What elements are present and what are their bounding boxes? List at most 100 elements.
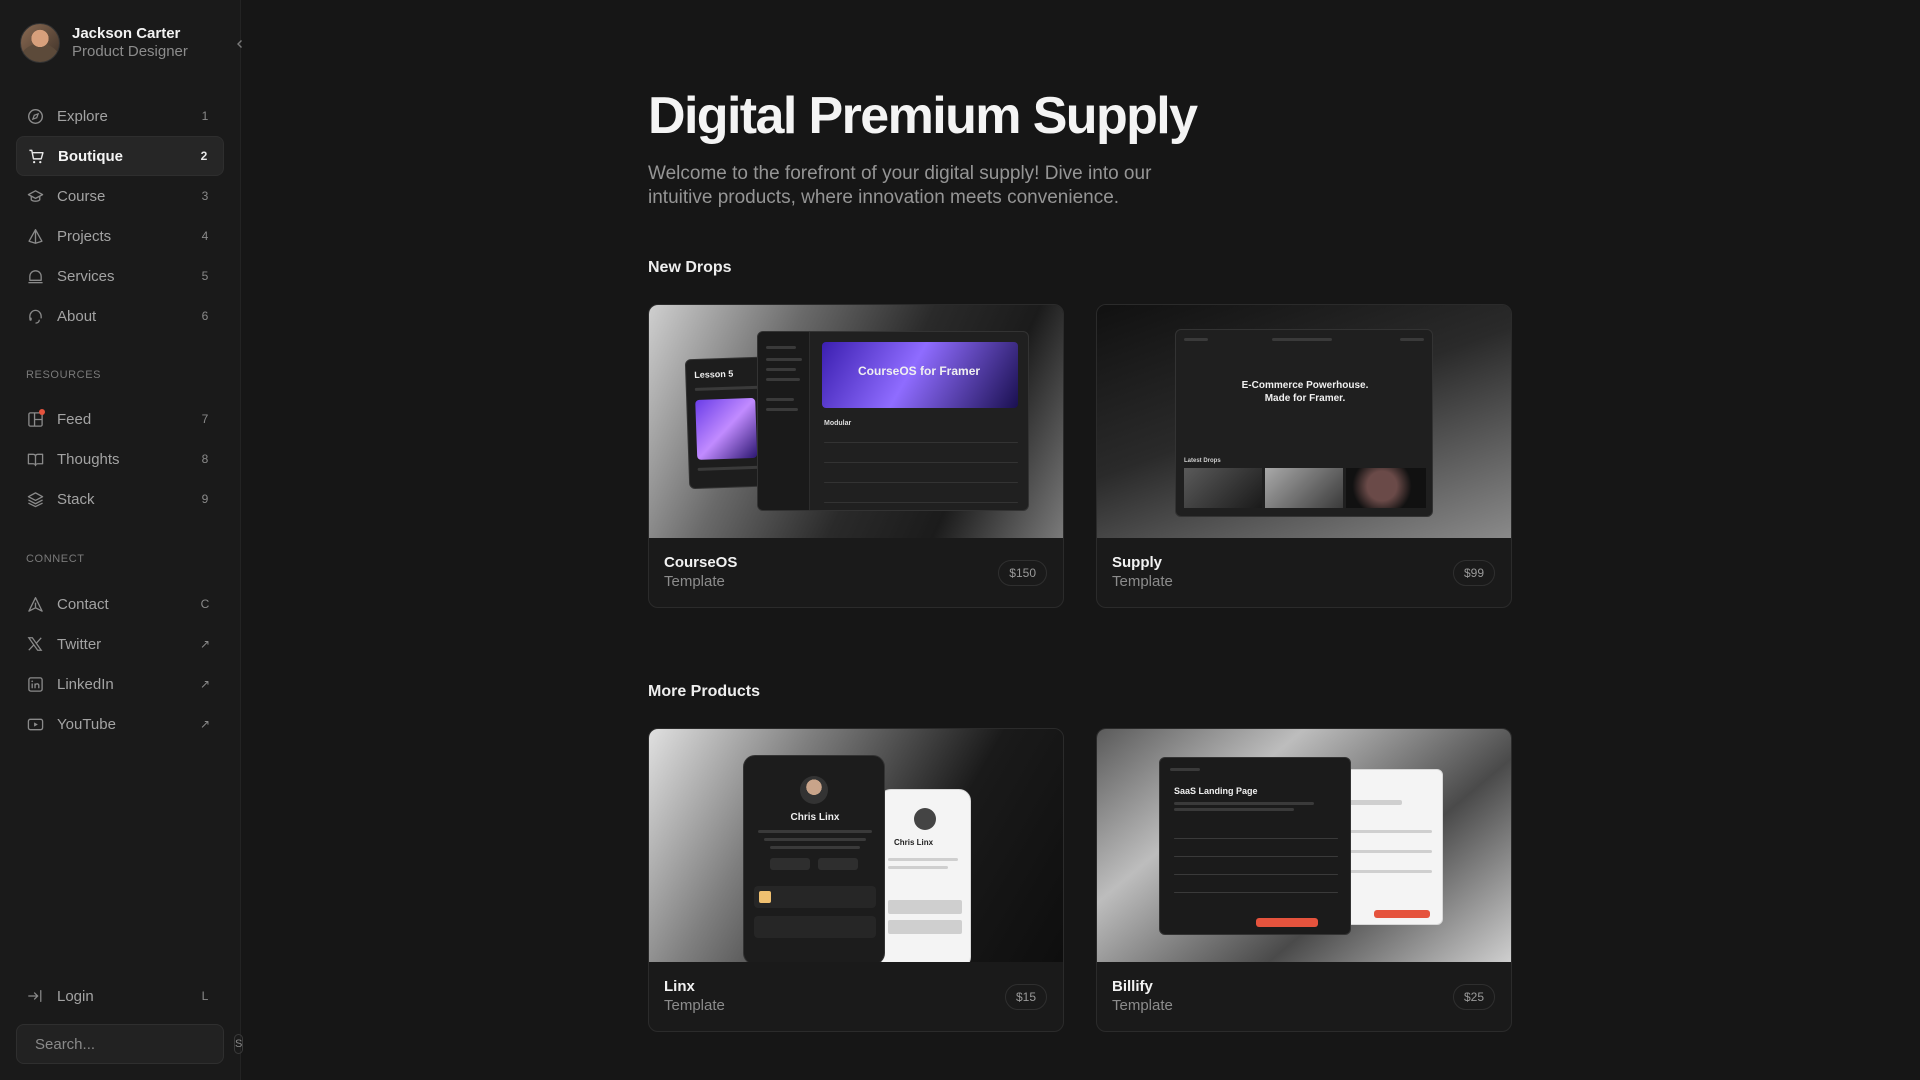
- mock-supply-headline-2: Made for Framer.: [1264, 393, 1346, 404]
- nav-item-login[interactable]: Login L: [16, 976, 224, 1016]
- search-shortcut-key: S: [234, 1034, 244, 1054]
- product-type: Template: [1112, 997, 1173, 1014]
- resources-heading: RESOURCES: [26, 369, 102, 381]
- product-name: Billify: [1112, 978, 1153, 995]
- nav-item-stack[interactable]: Stack 9: [16, 479, 224, 519]
- nav-label: Projects: [57, 227, 112, 245]
- product-thumbnail: Lesson 5 CourseOS for Framer Modular: [649, 305, 1063, 538]
- shortcut-key: 5: [201, 269, 209, 283]
- chevron-left-icon: [237, 40, 242, 48]
- mock-supply-sub: Latest Drops: [1184, 458, 1221, 464]
- nav-item-contact[interactable]: Contact C: [16, 584, 224, 624]
- shortcut-key: C: [200, 597, 210, 611]
- nav-label: Login: [57, 987, 94, 1005]
- mock-linx-person-dark: Chris Linx: [790, 812, 840, 823]
- mock-supply-window: E-Commerce Powerhouse. Made for Framer. …: [1175, 329, 1433, 517]
- nav-item-about[interactable]: About 6: [16, 296, 224, 336]
- shortcut-key: 8: [201, 452, 209, 466]
- shortcut-key: 4: [201, 229, 209, 243]
- mock-linx-person-light: Chris Linx: [894, 838, 934, 847]
- shortcut-key: 3: [201, 189, 209, 203]
- product-card-linx[interactable]: Chris Linx Chris Linx Linx Template $15: [648, 728, 1064, 1032]
- nav-label: Contact: [57, 595, 109, 613]
- login-arrow-icon: [26, 987, 44, 1005]
- product-thumbnail: Chris Linx Chris Linx: [649, 729, 1063, 962]
- graduation-cap-icon: [26, 187, 44, 205]
- page-title: Digital Premium Supply: [648, 87, 1198, 145]
- notification-dot: [39, 409, 45, 415]
- product-card-supply[interactable]: E-Commerce Powerhouse. Made for Framer. …: [1096, 304, 1512, 608]
- headset-icon: [26, 307, 44, 325]
- nav-item-twitter[interactable]: Twitter ↗: [16, 624, 224, 664]
- shortcut-key: 9: [201, 492, 209, 506]
- linkedin-icon: [26, 675, 44, 693]
- bell-icon: [26, 267, 44, 285]
- shortcut-key: 1: [201, 109, 209, 123]
- mock-billify-dark-window: SaaS Landing Page: [1159, 757, 1351, 935]
- connect-heading: CONNECT: [26, 553, 85, 565]
- search-box[interactable]: S: [16, 1024, 244, 1064]
- profile-name: Jackson Carter: [72, 25, 181, 42]
- product-thumbnail: E-Commerce Powerhouse. Made for Framer. …: [1097, 305, 1511, 538]
- nav-item-course[interactable]: Course 3: [16, 176, 224, 216]
- primary-nav: Explore 1 Boutique 2 Course 3 Projects 4: [16, 96, 224, 336]
- page-intro: Welcome to the forefront of your digital…: [648, 163, 1152, 208]
- book-icon: [26, 450, 44, 468]
- cart-icon: [27, 147, 45, 165]
- shortcut-key: 6: [201, 309, 209, 323]
- product-type: Template: [664, 997, 725, 1014]
- product-card-billify[interactable]: SaaS Landing Page Billify Template $25: [1096, 728, 1512, 1032]
- nav-item-feed[interactable]: Feed 7: [16, 399, 224, 439]
- nav-item-explore[interactable]: Explore 1: [16, 96, 224, 136]
- mock-linx-dark-phone: Chris Linx: [743, 755, 885, 962]
- collapse-sidebar-button[interactable]: [227, 31, 253, 57]
- profile-role: Product Designer: [72, 43, 188, 60]
- price-badge: $99: [1452, 560, 1495, 586]
- external-link-arrow: ↗: [199, 677, 211, 691]
- nav-item-projects[interactable]: Projects 4: [16, 216, 224, 256]
- nav-item-boutique[interactable]: Boutique 2: [16, 136, 224, 176]
- nav-label: Twitter: [57, 635, 102, 653]
- mock-linx-light-phone: Chris Linx: [879, 789, 971, 962]
- mock-billify-headline: SaaS Landing Page: [1174, 786, 1258, 796]
- product-name: Linx: [664, 978, 695, 995]
- more-products-heading: More Products: [648, 683, 761, 700]
- price-badge: $15: [1004, 984, 1047, 1010]
- product-name: Supply: [1112, 554, 1163, 571]
- shortcut-key: 7: [201, 412, 209, 426]
- price-badge: $25: [1452, 984, 1495, 1010]
- feed-icon: [26, 409, 45, 428]
- product-thumbnail: SaaS Landing Page: [1097, 729, 1511, 962]
- nav-item-linkedin[interactable]: LinkedIn ↗: [16, 664, 224, 704]
- mock-module-label: Modular: [824, 420, 852, 427]
- nav-label: YouTube: [57, 715, 116, 733]
- avatar: [20, 23, 60, 63]
- nav-label: LinkedIn: [57, 675, 114, 693]
- profile[interactable]: Jackson Carter Product Designer: [20, 23, 188, 63]
- nav-label: Course: [57, 187, 106, 205]
- product-type: Template: [664, 573, 725, 590]
- mock-supply-headline-1: E-Commerce Powerhouse.: [1241, 380, 1369, 391]
- mock-lesson-title: Lesson 5: [694, 368, 734, 380]
- resources-nav: Feed 7 Thoughts 8 Stack 9: [16, 399, 224, 519]
- mock-course-window: CourseOS for Framer Modular: [757, 331, 1029, 511]
- product-name: CourseOS: [664, 554, 738, 571]
- product-card-courseos[interactable]: Lesson 5 CourseOS for Framer Modular Cou…: [648, 304, 1064, 608]
- nav-label: Feed: [57, 410, 92, 428]
- shortcut-key: L: [201, 989, 209, 1003]
- nav-item-youtube[interactable]: YouTube ↗: [16, 704, 224, 744]
- nav-label: Stack: [57, 490, 95, 508]
- nav-label: About: [57, 307, 97, 325]
- x-logo-icon: [26, 635, 44, 653]
- price-badge: $150: [998, 560, 1047, 586]
- nav-label: Thoughts: [57, 450, 120, 468]
- auth-nav: Login L: [16, 976, 224, 1016]
- external-link-arrow: ↗: [199, 637, 211, 651]
- compass-icon: [26, 107, 44, 125]
- nav-item-thoughts[interactable]: Thoughts 8: [16, 439, 224, 479]
- nav-item-services[interactable]: Services 5: [16, 256, 224, 296]
- shortcut-key: 2: [200, 149, 208, 163]
- youtube-icon: [26, 715, 44, 733]
- search-input[interactable]: [35, 1035, 234, 1053]
- mock-course-headline: CourseOS for Framer: [858, 364, 981, 378]
